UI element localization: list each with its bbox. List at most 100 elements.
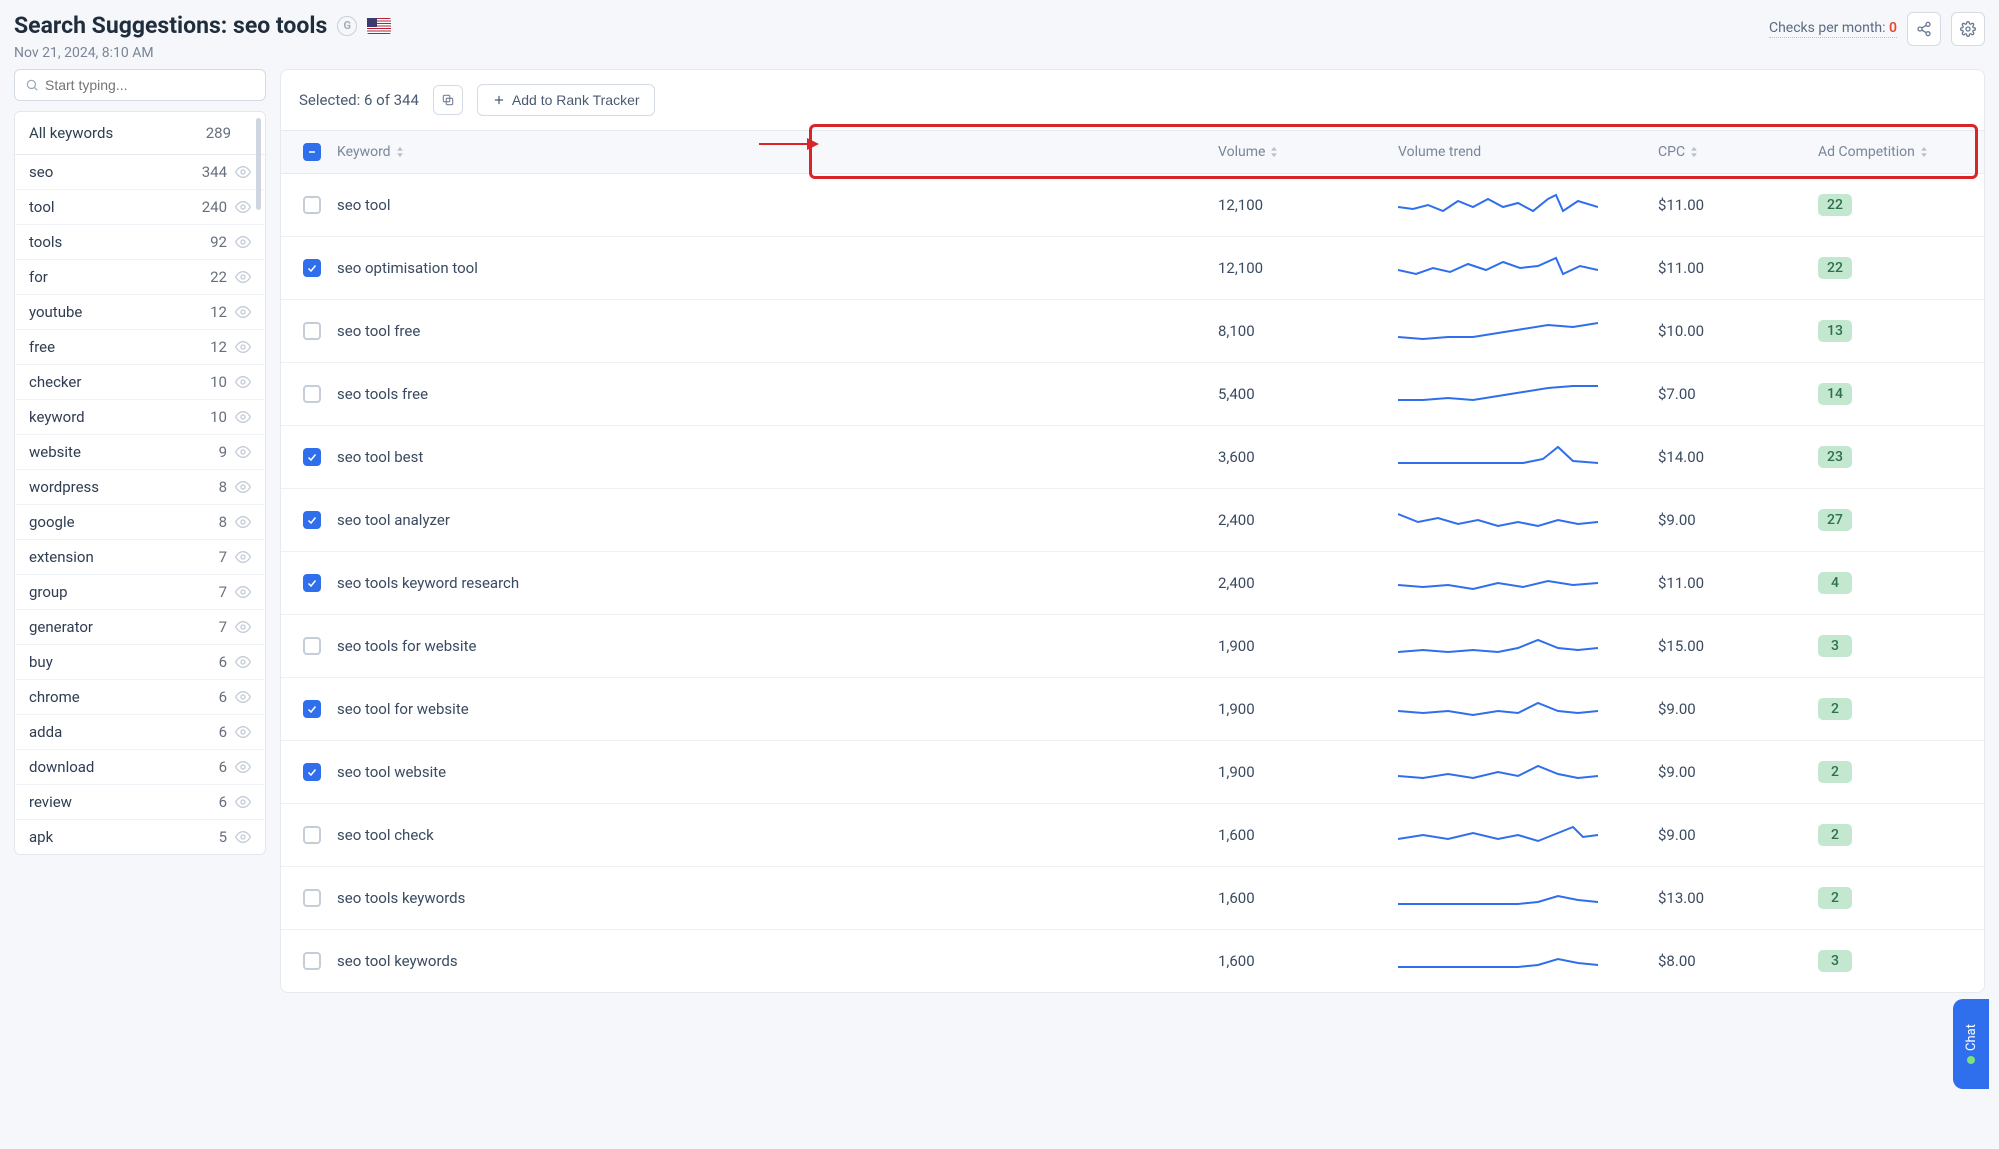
checks-per-month[interactable]: Checks per month: 0 — [1769, 20, 1897, 38]
col-keyword[interactable]: Keyword — [337, 144, 1218, 160]
sidebar-keyword-item[interactable]: wordpress8 — [15, 470, 265, 505]
sidebar-keyword-item[interactable]: seo344 — [15, 155, 265, 190]
volume-cell: 12,100 — [1218, 196, 1398, 214]
col-cpc[interactable]: CPC — [1658, 144, 1818, 160]
adc-cell: 2 — [1818, 698, 1978, 720]
volume-cell: 3,600 — [1218, 448, 1398, 466]
sidebar-keyword-item[interactable]: extension7 — [15, 540, 265, 575]
sidebar-keyword-item[interactable]: generator7 — [15, 610, 265, 645]
sidebar-keyword-item[interactable]: youtube12 — [15, 295, 265, 330]
row-checkbox[interactable] — [303, 763, 321, 781]
sidebar-all-keywords[interactable]: All keywords 289 — [15, 112, 265, 155]
annotation-arrow — [759, 143, 817, 145]
adc-cell: 2 — [1818, 887, 1978, 909]
cpc-cell: $13.00 — [1658, 889, 1818, 907]
col-ad-competition[interactable]: Ad Competition — [1818, 144, 1978, 160]
eye-icon — [235, 304, 251, 320]
sidebar-keyword-item[interactable]: website9 — [15, 435, 265, 470]
row-checkbox[interactable] — [303, 385, 321, 403]
eye-icon — [235, 724, 251, 740]
eye-icon — [235, 444, 251, 460]
row-checkbox[interactable] — [303, 196, 321, 214]
timestamp: Nov 21, 2024, 8:10 AM — [14, 45, 391, 61]
sidebar-keyword-item[interactable]: chrome6 — [15, 680, 265, 715]
plus-icon — [492, 93, 506, 107]
eye-icon — [235, 374, 251, 390]
row-checkbox[interactable] — [303, 511, 321, 529]
trend-cell — [1398, 378, 1658, 410]
keyword-cell: seo tool free — [337, 322, 1218, 340]
sidebar-keyword-item[interactable]: buy6 — [15, 645, 265, 680]
sidebar-keyword-item[interactable]: free12 — [15, 330, 265, 365]
sidebar-keyword-item[interactable]: checker10 — [15, 365, 265, 400]
settings-button[interactable] — [1951, 12, 1985, 46]
copy-button[interactable] — [433, 85, 463, 115]
eye-icon — [235, 759, 251, 775]
adc-cell: 13 — [1818, 320, 1978, 342]
volume-cell: 2,400 — [1218, 574, 1398, 592]
select-all-checkbox[interactable] — [303, 143, 321, 161]
row-checkbox[interactable] — [303, 889, 321, 907]
search-icon — [25, 78, 39, 92]
row-checkbox[interactable] — [303, 259, 321, 277]
sidebar-keyword-item[interactable]: download6 — [15, 750, 265, 785]
sidebar-keyword-item[interactable]: adda6 — [15, 715, 265, 750]
row-checkbox[interactable] — [303, 448, 321, 466]
trend-cell — [1398, 693, 1658, 725]
adc-cell: 4 — [1818, 572, 1978, 594]
keyword-cell: seo tool keywords — [337, 952, 1218, 970]
trend-cell — [1398, 882, 1658, 914]
trend-cell — [1398, 945, 1658, 977]
table-row: seo tool 12,100 $11.00 22 — [281, 174, 1984, 237]
eye-icon — [235, 199, 251, 215]
row-checkbox[interactable] — [303, 952, 321, 970]
keyword-cell: seo optimisation tool — [337, 259, 1218, 277]
sidebar-keyword-item[interactable]: google8 — [15, 505, 265, 540]
page-header: Search Suggestions: seo tools G Nov 21, … — [14, 12, 1985, 61]
sidebar-keyword-item[interactable]: apk5 — [15, 820, 265, 854]
eye-icon — [235, 409, 251, 425]
sidebar-keyword-item[interactable]: group7 — [15, 575, 265, 610]
sidebar-keyword-item[interactable]: keyword10 — [15, 400, 265, 435]
eye-icon — [235, 234, 251, 250]
search-input[interactable] — [45, 77, 255, 93]
row-checkbox[interactable] — [303, 700, 321, 718]
volume-cell: 8,100 — [1218, 322, 1398, 340]
sidebar-search[interactable] — [14, 69, 266, 101]
add-to-rank-tracker-button[interactable]: Add to Rank Tracker — [477, 84, 655, 116]
adc-cell: 3 — [1818, 635, 1978, 657]
adc-cell: 3 — [1818, 950, 1978, 972]
col-volume[interactable]: Volume — [1218, 144, 1398, 160]
sidebar-keyword-item[interactable]: tool240 — [15, 190, 265, 225]
chat-button[interactable]: Chat — [1953, 999, 1989, 1089]
col-volume-trend: Volume trend — [1398, 144, 1658, 160]
row-checkbox[interactable] — [303, 574, 321, 592]
sidebar-keyword-item[interactable]: for22 — [15, 260, 265, 295]
sidebar-keyword-item[interactable]: tools92 — [15, 225, 265, 260]
selected-count: Selected: 6 of 344 — [299, 91, 419, 109]
adc-cell: 22 — [1818, 194, 1978, 216]
share-button[interactable] — [1907, 12, 1941, 46]
adc-cell: 14 — [1818, 383, 1978, 405]
volume-cell: 1,600 — [1218, 952, 1398, 970]
main-panel: Selected: 6 of 344 Add to Rank Tracker K… — [280, 69, 1985, 993]
keyword-cell: seo tool for website — [337, 700, 1218, 718]
table-row: seo tool best 3,600 $14.00 23 — [281, 426, 1984, 489]
trend-cell — [1398, 819, 1658, 851]
row-checkbox[interactable] — [303, 637, 321, 655]
table-row: seo optimisation tool 12,100 $11.00 22 — [281, 237, 1984, 300]
table-row: seo tool free 8,100 $10.00 13 — [281, 300, 1984, 363]
row-checkbox[interactable] — [303, 322, 321, 340]
eye-icon — [235, 689, 251, 705]
trend-cell — [1398, 441, 1658, 473]
eye-icon — [235, 269, 251, 285]
eye-icon — [235, 514, 251, 530]
keyword-cell: seo tool — [337, 196, 1218, 214]
sidebar-keyword-item[interactable]: review6 — [15, 785, 265, 820]
table-row: seo tool website 1,900 $9.00 2 — [281, 741, 1984, 804]
cpc-cell: $11.00 — [1658, 196, 1818, 214]
us-flag-icon — [367, 18, 391, 34]
keyword-cell: seo tool check — [337, 826, 1218, 844]
cpc-cell: $10.00 — [1658, 322, 1818, 340]
row-checkbox[interactable] — [303, 826, 321, 844]
